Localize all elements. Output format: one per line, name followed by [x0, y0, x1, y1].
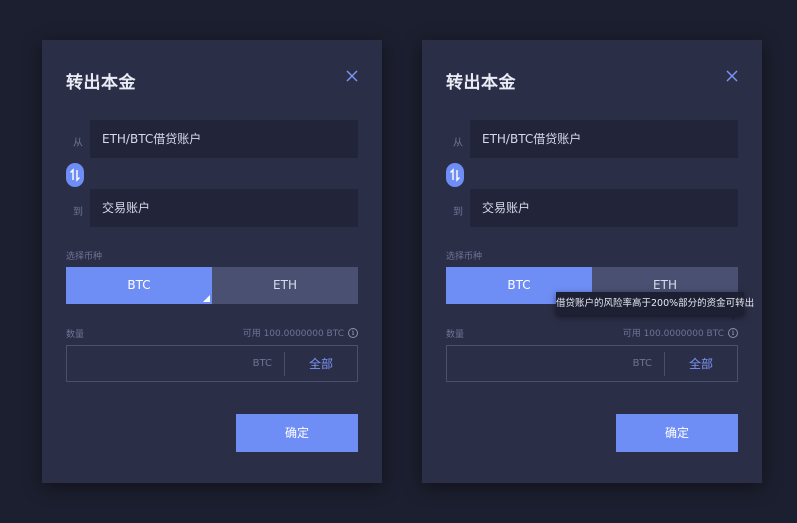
amount-input[interactable] [447, 346, 633, 381]
all-button[interactable]: 全部 [285, 355, 357, 372]
available-text: 可用 100.0000000 BTC [242, 329, 344, 339]
currency-option-label: ETH [273, 278, 297, 292]
dialog-title: 转出本金 [446, 73, 516, 93]
to-label: 到 [453, 207, 463, 218]
currency-label: 选择币种 [446, 252, 483, 262]
from-label: 从 [73, 138, 83, 149]
to-label: 到 [73, 207, 83, 218]
close-icon[interactable] [344, 68, 360, 84]
available-text: 可用 100.0000000 BTC [622, 329, 724, 339]
swap-arrows-icon[interactable] [66, 163, 84, 187]
swap-arrows-icon[interactable] [446, 163, 464, 187]
all-button[interactable]: 全部 [665, 355, 737, 372]
currency-option-eth[interactable]: ETH [212, 267, 358, 304]
info-icon[interactable]: i [728, 327, 738, 338]
amount-input-group: BTC 全部 [446, 345, 738, 382]
from-account-field[interactable]: ETH/BTC借贷账户 [90, 120, 358, 158]
dialog-title: 转出本金 [66, 73, 136, 93]
currency-option-btc[interactable]: BTC [66, 267, 212, 304]
amount-label: 数量 [66, 330, 85, 340]
currency-option-label: BTC [507, 278, 531, 292]
to-account-field[interactable]: 交易账户 [90, 189, 358, 227]
amount-input[interactable] [67, 346, 253, 381]
confirm-button[interactable]: 确定 [616, 414, 738, 452]
amount-unit: BTC [632, 358, 652, 369]
currency-option-label: BTC [127, 278, 151, 292]
available-balance: 可用 100.0000000 BTC i [623, 326, 738, 339]
selected-corner-icon [203, 295, 210, 302]
amount-input-group: BTC 全部 [66, 345, 358, 382]
currency-toggle: BTC ETH [66, 267, 358, 304]
to-account-field[interactable]: 交易账户 [470, 189, 738, 227]
transfer-dialog-left: 转出本金 从 ETH/BTC借贷账户 到 交易账户 选择币种 BTC ETH 数… [42, 40, 382, 483]
amount-label: 数量 [446, 330, 465, 340]
from-label: 从 [453, 138, 463, 149]
currency-option-label: ETH [653, 278, 677, 292]
available-balance: 可用 100.0000000 BTC i [243, 326, 358, 339]
from-account-field[interactable]: ETH/BTC借贷账户 [470, 120, 738, 158]
confirm-button[interactable]: 确定 [236, 414, 358, 452]
transfer-dialog-right: 转出本金 从 ETH/BTC借贷账户 到 交易账户 选择币种 BTC ETH 数… [422, 40, 762, 483]
currency-label: 选择币种 [66, 252, 103, 262]
close-icon[interactable] [724, 68, 740, 84]
info-icon[interactable]: i [348, 327, 358, 338]
info-tooltip: 借贷账户的风险率高于200%部分的资金可转出 [556, 292, 754, 320]
amount-unit: BTC [252, 358, 272, 369]
